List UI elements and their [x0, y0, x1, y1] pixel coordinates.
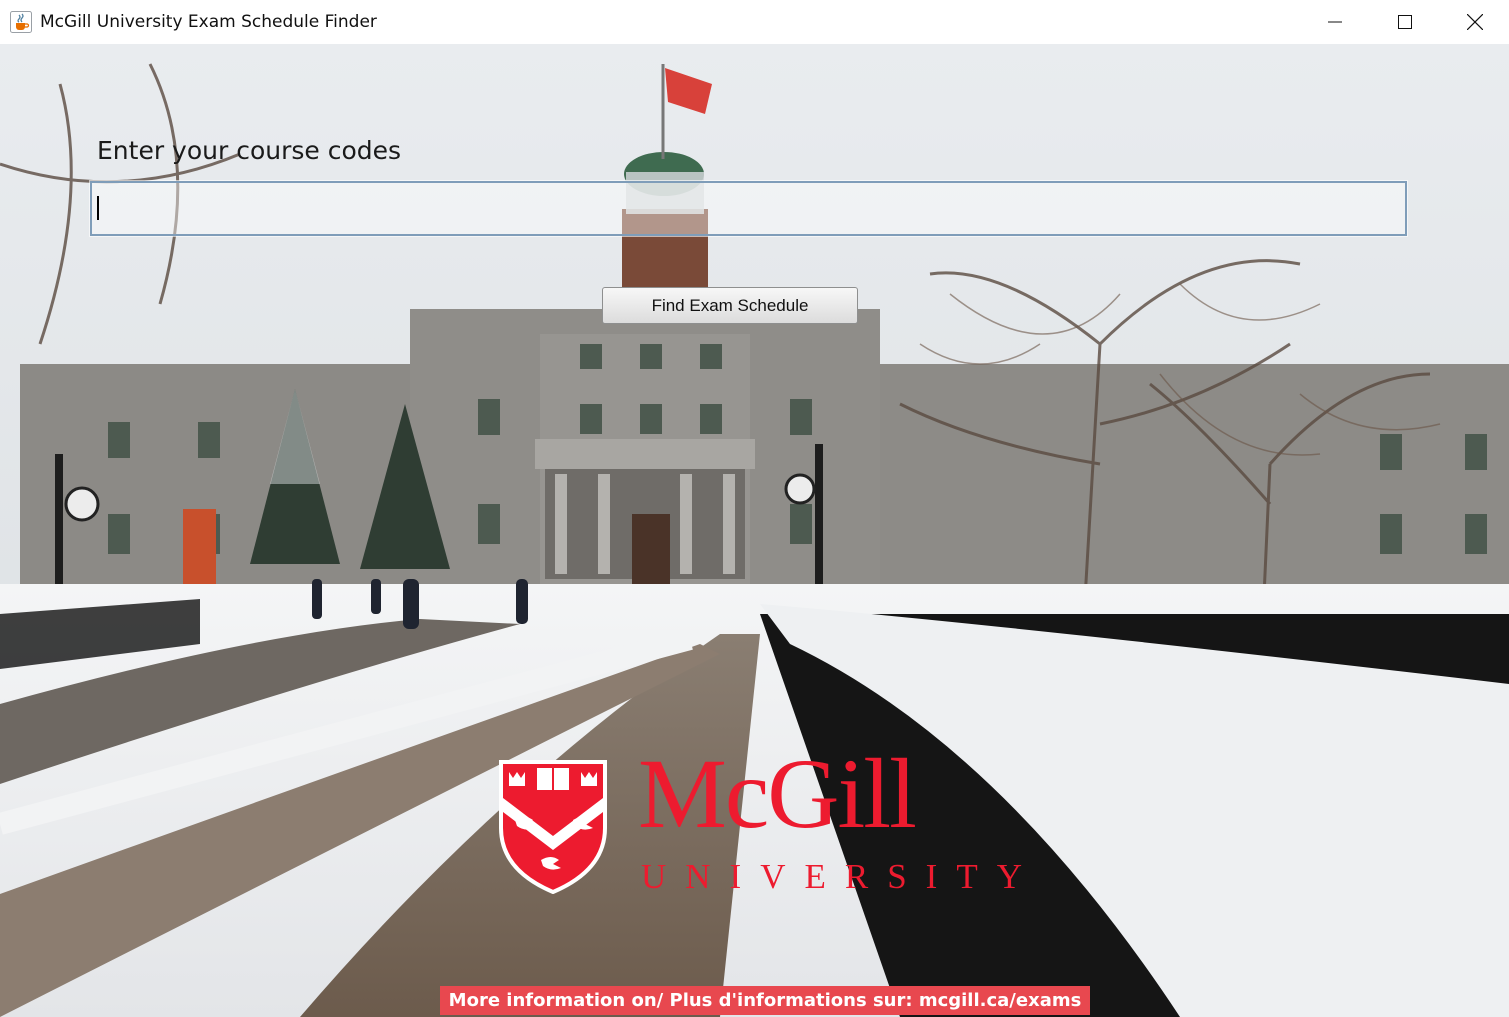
window-titlebar: McGill University Exam Schedule Finder — [0, 0, 1509, 44]
close-icon — [1467, 14, 1483, 30]
mcgill-wordmark: McGill — [638, 738, 917, 849]
university-wordmark: UNIVERSITY — [641, 857, 1041, 896]
mcgill-crest-icon — [499, 760, 607, 894]
app-content: Enter your course codes Find Exam Schedu… — [0, 44, 1509, 1017]
more-info-banner: More information on/ Plus d'informations… — [440, 986, 1090, 1015]
java-cup-icon — [10, 11, 32, 33]
window-title: McGill University Exam Schedule Finder — [40, 12, 377, 32]
maximize-icon — [1398, 15, 1412, 29]
find-exam-schedule-button[interactable]: Find Exam Schedule — [602, 287, 858, 324]
minimize-button[interactable] — [1300, 0, 1370, 44]
course-code-input[interactable] — [89, 180, 1408, 237]
text-caret — [97, 196, 99, 220]
minimize-icon — [1328, 21, 1342, 23]
maximize-button[interactable] — [1370, 0, 1440, 44]
close-button[interactable] — [1440, 0, 1509, 44]
course-code-label: Enter your course codes — [97, 136, 402, 165]
